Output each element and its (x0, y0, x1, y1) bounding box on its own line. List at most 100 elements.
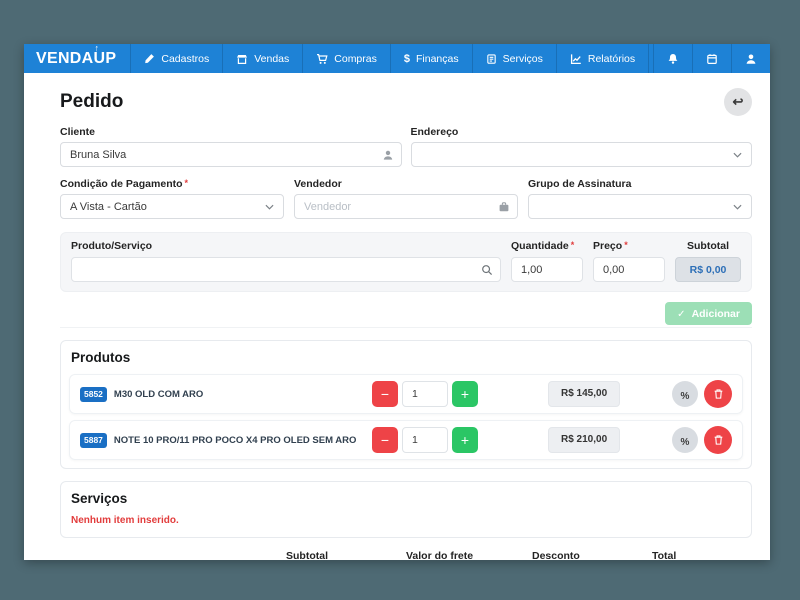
top-navbar: VENDAUP Cadastros Vendas Compras Finança… (24, 44, 770, 73)
increase-quantity-button[interactable] (452, 427, 478, 453)
trash-icon (713, 388, 724, 400)
condicao-pagamento-label: Condição de Pagamento* (60, 178, 284, 190)
page-header: Pedido (60, 88, 752, 116)
cliente-label: Cliente (60, 126, 402, 138)
back-button[interactable] (724, 88, 752, 116)
search-icon (481, 264, 493, 276)
delete-product-button[interactable] (704, 380, 732, 408)
adicionar-button[interactable]: Adicionar (665, 302, 752, 325)
required-asterisk: * (185, 178, 189, 188)
delete-product-button[interactable] (704, 426, 732, 454)
percent-icon (681, 433, 690, 448)
nav-item-label: Compras (334, 53, 377, 65)
nav-item-vendas[interactable]: Vendas (222, 44, 302, 73)
total-label: Total (652, 550, 752, 560)
percent-icon (681, 387, 690, 402)
item-entry-panel: Produto/Serviço Quantidade* Preço* Subto… (60, 232, 752, 292)
product-code-badge: 5887 (80, 433, 107, 448)
preco-input[interactable] (593, 257, 665, 282)
form-row-2: Condição de Pagamento* A Vista - Cartão … (60, 178, 752, 219)
quantidade-header-text: Quantidade (511, 240, 569, 252)
page-title: Pedido (60, 91, 123, 113)
nav-item-label: Relatórios (588, 53, 635, 65)
adicionar-label: Adicionar (692, 308, 740, 320)
chevron-down-icon (733, 204, 742, 210)
nav-item-servicos[interactable]: Serviços (472, 44, 556, 73)
increase-quantity-button[interactable] (452, 381, 478, 407)
pedido-form: Pedido Cliente Endereço (24, 73, 770, 560)
nav-item-financas[interactable]: Finanças (390, 44, 472, 73)
vendedor-label: Vendedor (294, 178, 518, 190)
grupo-assinatura-select[interactable] (528, 194, 752, 219)
desconto-column: Desconto - (532, 550, 638, 560)
check-icon (677, 308, 685, 320)
nav-item-label: Serviços (503, 53, 543, 65)
vendedor-field: Vendedor (294, 178, 518, 219)
plus-icon (461, 386, 469, 402)
plus-icon (461, 432, 469, 448)
produtos-section: Produtos 5852 M30 OLD COM ARO R$ 145,00 (60, 340, 752, 469)
frete-column: Valor do frete $ (406, 550, 518, 560)
condicao-pagamento-field: Condição de Pagamento* A Vista - Cartão (60, 178, 284, 219)
totals-row: Subtotal R$ 355,00 Valor do frete $ Desc… (60, 550, 752, 560)
endereco-field: Endereço (411, 126, 753, 167)
produtos-title: Produtos (71, 350, 741, 365)
shop-icon (236, 53, 248, 65)
total-column: Total R$ 355,00 (652, 550, 752, 560)
required-asterisk: * (571, 240, 575, 250)
subtotal-header: Subtotal (675, 240, 741, 252)
grupo-assinatura-field: Grupo de Assinatura (528, 178, 752, 219)
trash-icon (713, 434, 724, 446)
product-row: 5887 NOTE 10 PRO/11 PRO POCO X4 PRO OLED… (69, 420, 743, 460)
preco-header-text: Preço (593, 240, 622, 252)
product-code-badge: 5852 (80, 387, 107, 402)
condicao-pagamento-label-text: Condição de Pagamento (60, 178, 183, 190)
entry-subtotal-value: R$ 0,00 (675, 257, 741, 282)
person-icon (382, 149, 394, 161)
quantidade-input[interactable] (511, 257, 583, 282)
user-menu-button[interactable] (731, 44, 770, 73)
user-icon (745, 53, 757, 65)
calendar-button[interactable] (692, 44, 731, 73)
condicao-pagamento-select[interactable]: A Vista - Cartão (60, 194, 284, 219)
minus-icon (381, 386, 389, 402)
decrease-quantity-button[interactable] (372, 381, 398, 407)
servicos-title: Serviços (71, 491, 741, 506)
clipboard-icon (486, 53, 497, 65)
vendedor-input[interactable] (294, 194, 518, 219)
required-asterisk: * (624, 240, 628, 250)
condicao-pagamento-selected-value: A Vista - Cartão (70, 201, 265, 213)
cliente-input[interactable] (60, 142, 402, 167)
endereco-label: Endereço (411, 126, 753, 138)
brand-logo[interactable]: VENDAUP (24, 44, 130, 73)
product-quantity-input[interactable] (402, 381, 448, 407)
navbar-right-actions (653, 44, 770, 73)
nav-item-relatorios[interactable]: Relatórios (556, 44, 649, 73)
nav-item-cadastros[interactable]: Cadastros (130, 44, 222, 73)
frete-label: Valor do frete (406, 550, 518, 560)
grupo-assinatura-label: Grupo de Assinatura (528, 178, 752, 190)
produto-servico-search-input[interactable] (71, 257, 501, 282)
chevron-down-icon (265, 204, 274, 210)
desconto-label: Desconto (532, 550, 638, 560)
minus-icon (381, 432, 389, 448)
logo-text-suffix: P (105, 50, 116, 68)
quantidade-header: Quantidade* (511, 240, 583, 252)
notifications-button[interactable] (653, 44, 692, 73)
product-row: 5852 M30 OLD COM ARO R$ 145,00 (69, 374, 743, 414)
product-quantity-input[interactable] (402, 427, 448, 453)
decrease-quantity-button[interactable] (372, 427, 398, 453)
chevron-down-icon (733, 152, 742, 158)
nav-item-compras[interactable]: Compras (302, 44, 390, 73)
produto-servico-header: Produto/Serviço (71, 240, 501, 252)
product-info: 5852 M30 OLD COM ARO (80, 387, 372, 402)
logo-text-prefix: VENDA (36, 50, 94, 68)
preco-header: Preço* (593, 240, 665, 252)
chart-icon (570, 53, 582, 65)
discount-percent-button[interactable] (672, 427, 698, 453)
logo-up-arrow-icon (95, 43, 100, 53)
nav-item-label: Finanças (416, 53, 459, 65)
discount-percent-button[interactable] (672, 381, 698, 407)
endereco-select[interactable] (411, 142, 753, 167)
item-entry-row: R$ 0,00 (71, 257, 741, 282)
